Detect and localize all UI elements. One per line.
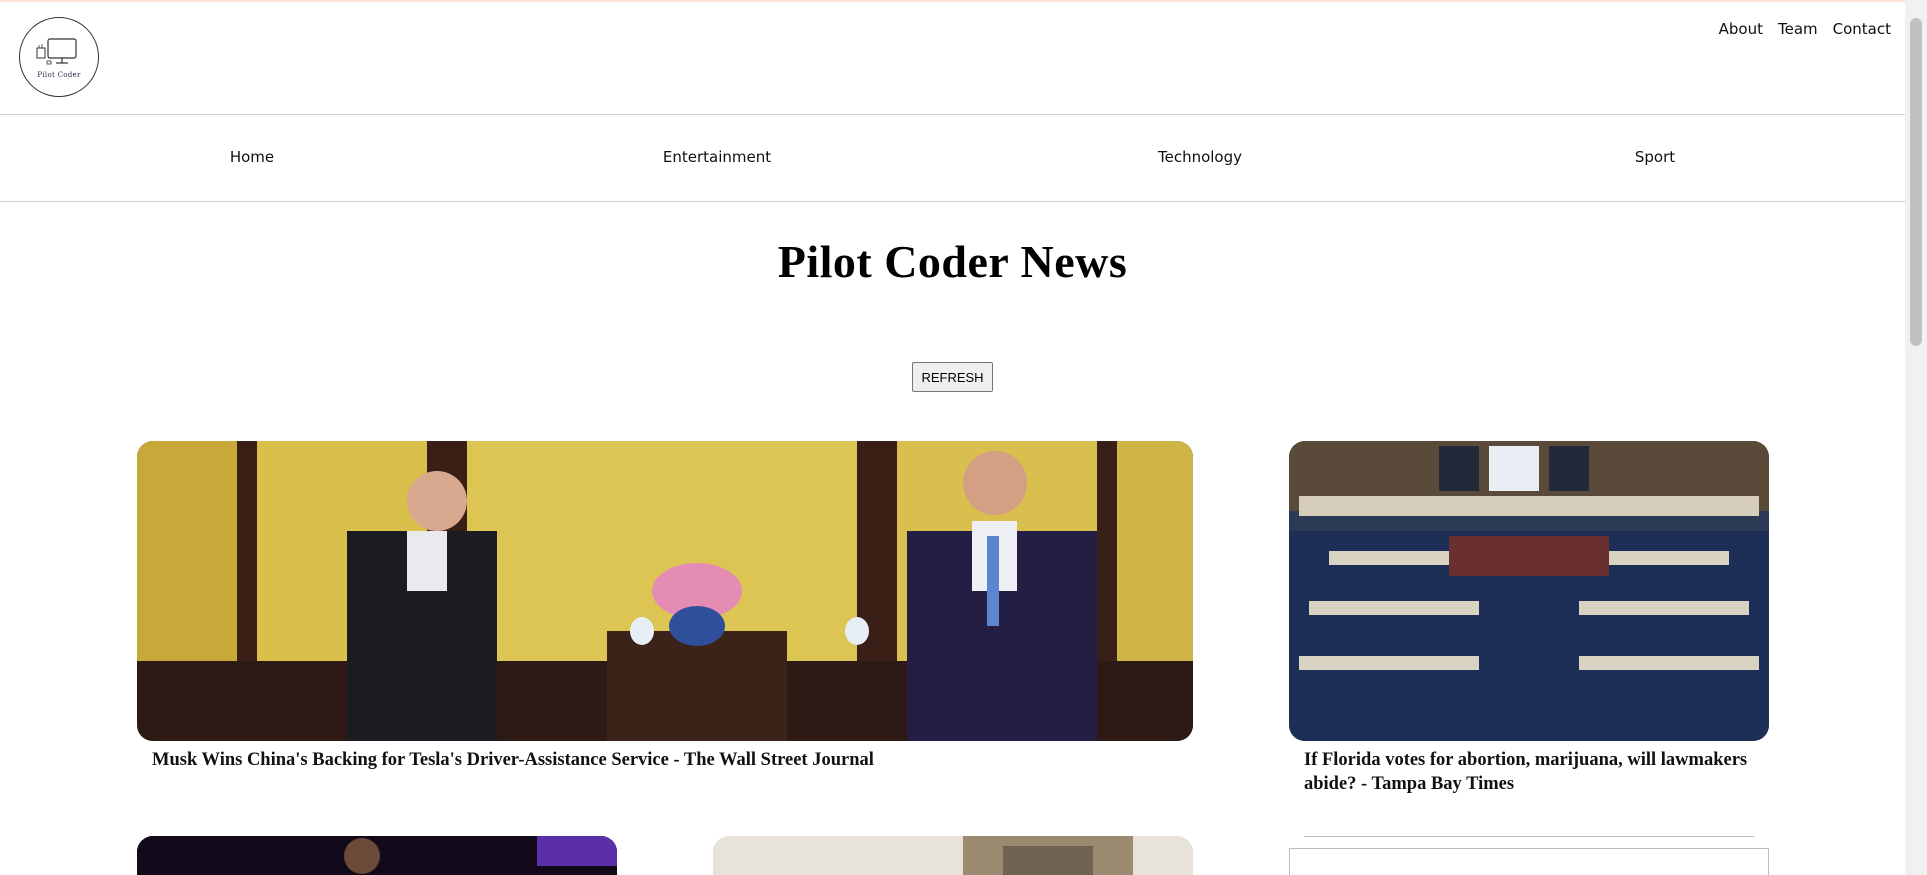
category-sport[interactable]: Sport — [1635, 148, 1675, 166]
article-card-row2-3[interactable] — [1289, 848, 1769, 875]
computer-icon — [36, 37, 77, 64]
page-scrollbar[interactable] — [1905, 0, 1927, 875]
top-nav: About Team Contact — [1704, 20, 1891, 38]
article-image-florida[interactable] — [1289, 441, 1769, 741]
category-nav: Home Entertainment Technology Sport — [0, 115, 1905, 202]
article-image-musk[interactable] — [137, 441, 1193, 741]
nav-contact-link[interactable]: Contact — [1833, 20, 1891, 38]
nav-about-link[interactable]: About — [1719, 20, 1763, 38]
site-header: Pilot Coder About Team Contact — [0, 2, 1905, 115]
article-image-row2-1[interactable] — [137, 836, 617, 875]
refresh-button[interactable]: REFRESH — [912, 362, 993, 392]
logo-text: Pilot Coder — [37, 70, 81, 79]
article-divider — [1304, 836, 1754, 837]
page-title: Pilot Coder News — [777, 236, 1128, 287]
category-home[interactable]: Home — [230, 148, 274, 166]
article-title-musk[interactable]: Musk Wins China's Backing for Tesla's Dr… — [152, 748, 1182, 772]
article-image-row2-2[interactable] — [713, 836, 1193, 875]
site-logo[interactable]: Pilot Coder — [19, 17, 99, 97]
article-title-florida[interactable]: If Florida votes for abortion, marijuana… — [1304, 748, 1759, 796]
category-entertainment[interactable]: Entertainment — [663, 148, 771, 166]
page: Pilot Coder About Team Contact Home Ente… — [0, 0, 1905, 875]
nav-team-link[interactable]: Team — [1778, 20, 1818, 38]
scrollbar-thumb[interactable] — [1910, 18, 1922, 346]
category-technology[interactable]: Technology — [1158, 148, 1242, 166]
